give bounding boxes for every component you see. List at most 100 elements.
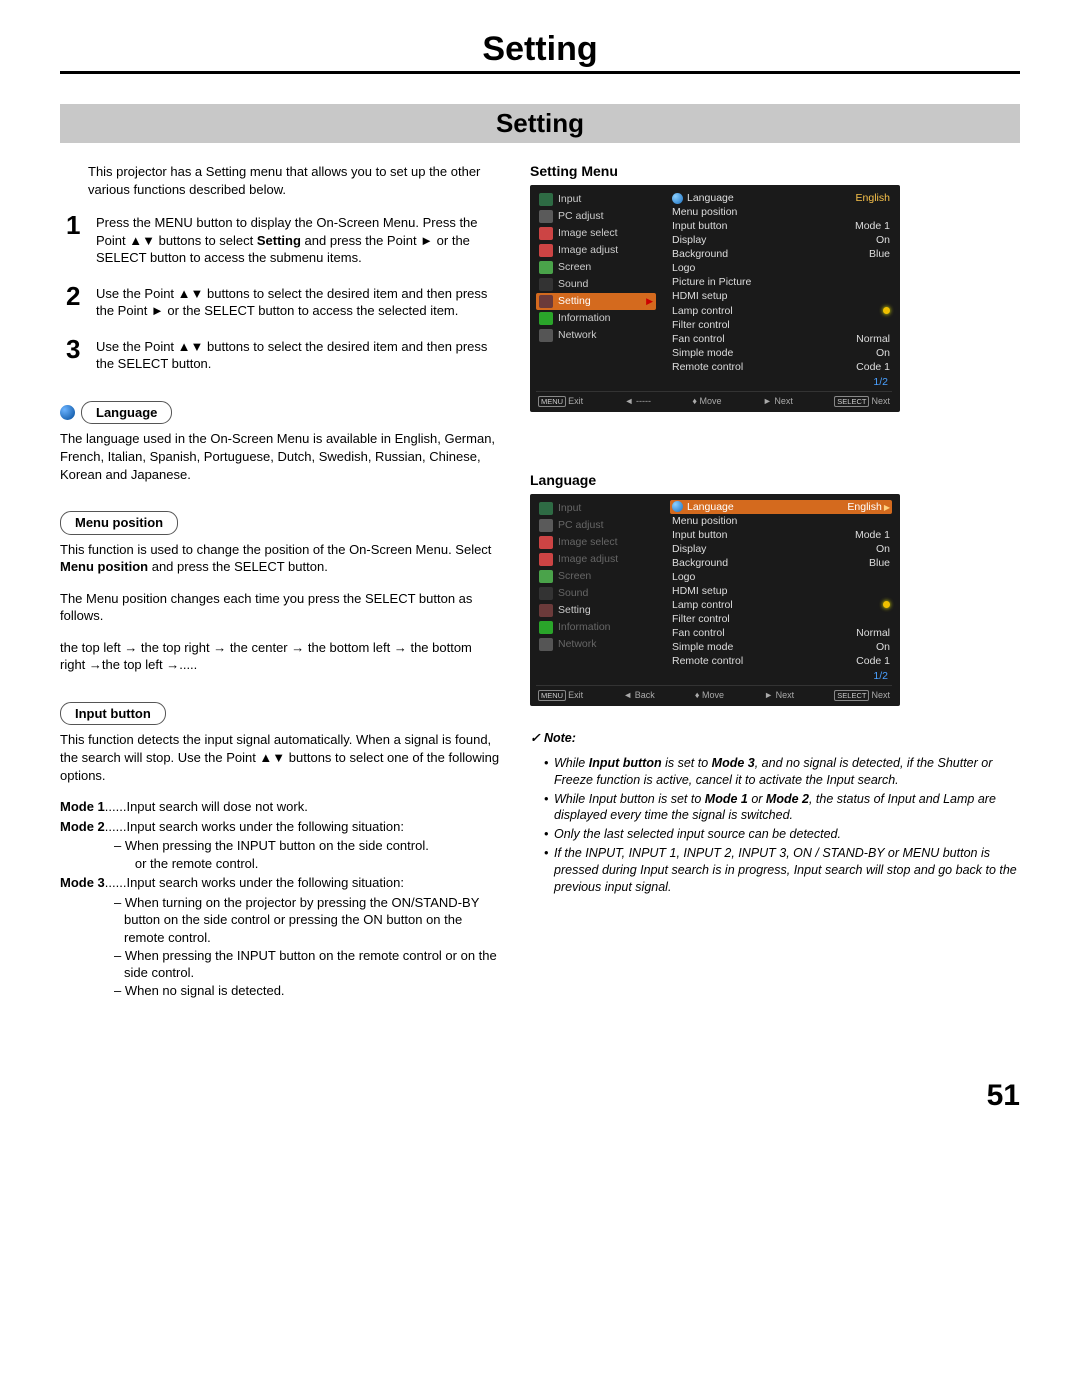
row-language: Language (687, 192, 734, 204)
note-item: Only the last selected input source can … (554, 826, 1020, 843)
row-pip: Picture in Picture (672, 276, 751, 288)
val-language-hl: English▶ (847, 501, 890, 513)
step-1: 1 Press the MENU button to display the O… (66, 212, 500, 267)
setting-menu-heading: Setting Menu (530, 163, 1020, 179)
row-input-button: Input button (672, 220, 727, 232)
note-heading: ✓ Note: (530, 730, 1020, 747)
nav-image-select: Image select (558, 536, 618, 548)
pc-icon (539, 210, 553, 223)
val-remote: Code 1 (856, 361, 890, 373)
row-simple: Simple mode (672, 641, 733, 653)
input-icon (539, 502, 553, 515)
nav-pc-adjust: PC adjust (558, 519, 604, 531)
row-remote: Remote control (672, 655, 743, 667)
network-icon (539, 329, 553, 342)
globe-icon-small (672, 193, 683, 204)
row-fan: Fan control (672, 627, 725, 639)
nav-network: Network (558, 638, 597, 650)
language-heading: Language (530, 472, 1020, 488)
language-paragraph: The language used in the On-Screen Menu … (60, 430, 500, 483)
input-button-pill: Input button (60, 702, 166, 726)
row-remote: Remote control (672, 361, 743, 373)
setting-icon (539, 295, 553, 308)
language-menu-screenshot: Input PC adjust Image select Image adjus… (530, 494, 900, 706)
val-remote: Code 1 (856, 655, 890, 667)
val-fan: Normal (856, 627, 890, 639)
step-3: 3 Use the Point ▲▼ buttons to select the… (66, 336, 500, 373)
mode-2-sub: – When pressing the INPUT button on the … (124, 837, 500, 872)
lamp-icon (883, 307, 890, 314)
row-fan: Fan control (672, 333, 725, 345)
page-number: 51 (60, 1079, 1020, 1113)
mode-3-sub1: – When turning on the projector by press… (124, 894, 500, 947)
step-number: 1 (66, 212, 96, 267)
pc-icon (539, 519, 553, 532)
nav-sound: Sound (558, 278, 588, 290)
val-background: Blue (869, 557, 890, 569)
triangle-icon: ▶ (884, 503, 890, 512)
step-2: 2 Use the Point ▲▼ buttons to select the… (66, 283, 500, 320)
menu-footer: MENUExit ◄ Back ♦ Move ► Next SELECTNext (536, 685, 892, 704)
row-simple: Simple mode (672, 347, 733, 359)
row-lamp: Lamp control (672, 599, 733, 611)
step-text: Use the Point ▲▼ buttons to select the d… (96, 336, 500, 373)
image-adjust-icon (539, 244, 553, 257)
row-input-button: Input button (672, 529, 727, 541)
nav-image-select: Image select (558, 227, 618, 239)
setting-icon (539, 604, 553, 617)
row-display: Display (672, 543, 706, 555)
mode-1-text: ......Input search will dose not work. (105, 799, 308, 814)
input-icon (539, 193, 553, 206)
image-adjust-icon (539, 553, 553, 566)
row-lamp: Lamp control (672, 305, 733, 317)
val-input-button: Mode 1 (855, 529, 890, 541)
nav-pc-adjust: PC adjust (558, 210, 604, 222)
mode-3-text: ......Input search works under the follo… (105, 875, 404, 890)
note-block: ✓ Note: •While Input button is set to Mo… (530, 730, 1020, 896)
row-logo: Logo (672, 571, 695, 583)
image-select-icon (539, 227, 553, 240)
input-button-paragraph: This function detects the input signal a… (60, 731, 500, 784)
nav-network: Network (558, 329, 597, 341)
row-background: Background (672, 248, 728, 260)
row-language-hl: Language (687, 501, 734, 513)
mode-2-text: ......Input search works under the follo… (105, 819, 404, 834)
mode-3-sub2: – When pressing the INPUT button on the … (124, 947, 500, 982)
menu-position-flow: the top left → the top right → the cente… (60, 639, 500, 674)
val-display: On (876, 234, 890, 246)
step-text: Press the MENU button to display the On-… (96, 212, 500, 267)
nav-setting: Setting (558, 604, 591, 616)
nav-screen: Screen (558, 261, 591, 273)
nav-image-adjust: Image adjust (558, 244, 618, 256)
step-number: 3 (66, 336, 96, 373)
val-simple: On (876, 347, 890, 359)
row-logo: Logo (672, 262, 695, 274)
mode-list: Mode 1......Input search will dose not w… (60, 798, 500, 999)
val-background: Blue (869, 248, 890, 260)
page-indicator: 1/2 (670, 668, 892, 682)
screen-icon (539, 570, 553, 583)
mode-3-sub3: – When no signal is detected. (124, 982, 500, 1000)
note-item: If the INPUT, INPUT 1, INPUT 2, INPUT 3,… (554, 845, 1020, 896)
val-display: On (876, 543, 890, 555)
row-hdmi: HDMI setup (672, 585, 727, 597)
step-text: Use the Point ▲▼ buttons to select the d… (96, 283, 500, 320)
title-rule (60, 71, 1020, 74)
mode-3-label: Mode 3 (60, 875, 105, 890)
note-item: While Input button is set to Mode 3, and… (554, 755, 1020, 789)
network-icon (539, 638, 553, 651)
nav-input: Input (558, 502, 581, 514)
lamp-icon (883, 601, 890, 608)
menu-position-pill: Menu position (60, 511, 178, 535)
mode-2-label: Mode 2 (60, 819, 105, 834)
triangle-icon: ▶ (646, 296, 653, 306)
val-language: English (856, 192, 890, 204)
nav-information: Information (558, 312, 611, 324)
row-filter: Filter control (672, 319, 730, 331)
setting-menu-screenshot: Input PC adjust Image select Image adjus… (530, 185, 900, 412)
row-menu-position: Menu position (672, 206, 737, 218)
menu-position-para2: The Menu position changes each time you … (60, 590, 500, 625)
val-input-button: Mode 1 (855, 220, 890, 232)
nav-setting: Setting (558, 295, 591, 307)
note-item: While Input button is set to Mode 1 or M… (554, 791, 1020, 825)
